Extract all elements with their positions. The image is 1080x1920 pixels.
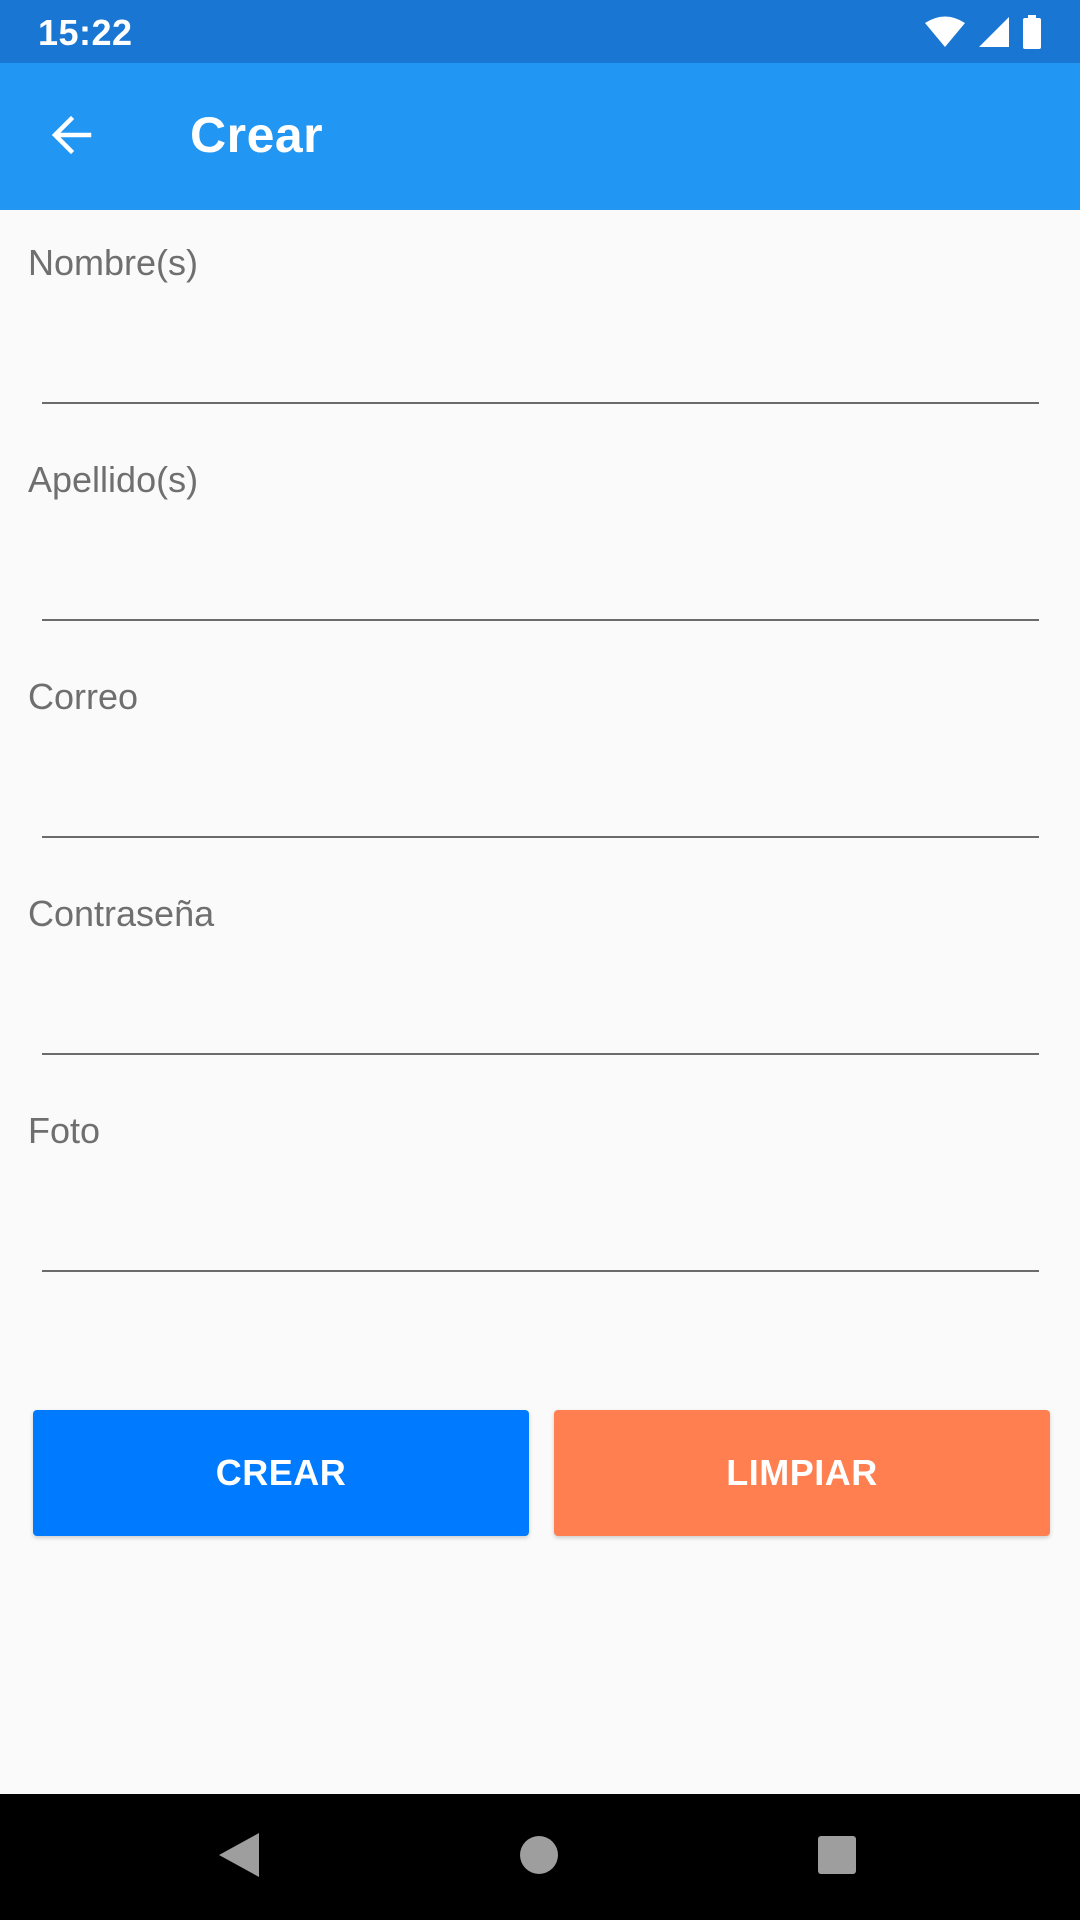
status-time: 15:22 xyxy=(38,12,133,53)
nav-home-icon xyxy=(519,1835,559,1880)
password-label: Contraseña xyxy=(28,893,215,934)
email-label: Correo xyxy=(28,676,139,717)
first-name-input[interactable] xyxy=(42,320,1039,404)
last-name-input[interactable] xyxy=(42,537,1039,621)
password-input[interactable] xyxy=(42,971,1039,1055)
nav-recents-button[interactable] xyxy=(794,1814,880,1900)
first-name-field: Nombre(s) xyxy=(0,210,1080,427)
last-name-label: Apellido(s) xyxy=(28,459,199,500)
page-title: Crear xyxy=(190,107,324,163)
email-input[interactable] xyxy=(42,754,1039,838)
create-button[interactable]: CREAR xyxy=(33,1410,529,1536)
email-field: Correo xyxy=(0,644,1080,861)
clear-button[interactable]: LIMPIAR xyxy=(554,1410,1050,1536)
nav-recents-icon xyxy=(817,1835,857,1880)
photo-field: Foto xyxy=(0,1078,1080,1295)
last-name-field: Apellido(s) xyxy=(0,427,1080,644)
app-bar: Crear xyxy=(0,63,1080,210)
wifi-icon xyxy=(924,16,966,48)
create-user-form: Nombre(s) Apellido(s) Correo Contraseña … xyxy=(0,210,1080,1295)
nav-home-button[interactable] xyxy=(496,1814,582,1900)
nav-back-button[interactable] xyxy=(196,1814,282,1900)
status-bar: 15:22 xyxy=(0,0,1080,63)
nav-back-icon xyxy=(217,1831,261,1884)
signal-icon xyxy=(978,16,1010,48)
photo-input[interactable] xyxy=(42,1188,1039,1272)
navigation-bar xyxy=(0,1794,1080,1920)
first-name-label: Nombre(s) xyxy=(28,242,199,283)
action-buttons: CREAR LIMPIAR xyxy=(33,1410,1050,1536)
back-button[interactable] xyxy=(30,99,112,175)
battery-icon xyxy=(1022,15,1042,49)
arrow-back-icon xyxy=(49,113,93,162)
status-icons xyxy=(924,12,1042,52)
password-field: Contraseña xyxy=(0,861,1080,1078)
photo-label: Foto xyxy=(28,1110,101,1151)
